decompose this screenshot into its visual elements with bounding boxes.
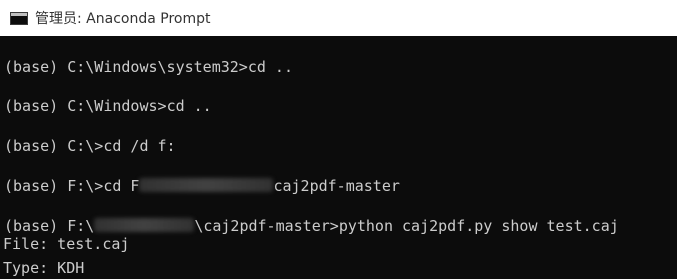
anaconda-prompt-window: 管理员: Anaconda Prompt (base) C:\Windows\s… [0, 0, 677, 279]
console-line: (base) F:\>cd F caj2pdf-master [4, 177, 400, 195]
command: cd .. [247, 58, 293, 76]
console-area[interactable]: (base) C:\Windows\system32>cd .. (base) … [0, 36, 677, 279]
prompt: (base) F:\> [4, 177, 104, 195]
command-suffix: caj2pdf-master [273, 177, 400, 195]
console-line: (base) C:\Windows\system32>cd .. [4, 58, 293, 76]
command-prefix: cd F [103, 177, 140, 195]
prompt-suffix: \caj2pdf-master> [194, 217, 339, 235]
prompt: (base) C:\Windows> [4, 97, 167, 115]
redacted-path [94, 218, 195, 232]
prompt: (base) C:\Windows\system32> [4, 58, 248, 76]
output-line: Type: KDH [3, 259, 85, 277]
window-title: 管理员: Anaconda Prompt [35, 11, 211, 27]
title-bar[interactable]: 管理员: Anaconda Prompt [0, 0, 677, 36]
console-window-icon [10, 11, 28, 25]
console-line: (base) C:\>cd /d f: [4, 137, 176, 155]
command: cd /d f: [103, 137, 176, 155]
command: cd .. [166, 97, 212, 115]
console-line: (base) F:\ \caj2pdf-master>python caj2pdf… [4, 217, 619, 235]
prompt: (base) C:\> [4, 137, 104, 155]
output-line: File: test.caj [3, 235, 130, 253]
prompt-prefix: (base) F:\ [4, 217, 95, 235]
command: python caj2pdf.py show test.caj [338, 217, 619, 235]
redacted-path [139, 178, 274, 192]
console-line: (base) C:\Windows>cd .. [4, 97, 212, 115]
